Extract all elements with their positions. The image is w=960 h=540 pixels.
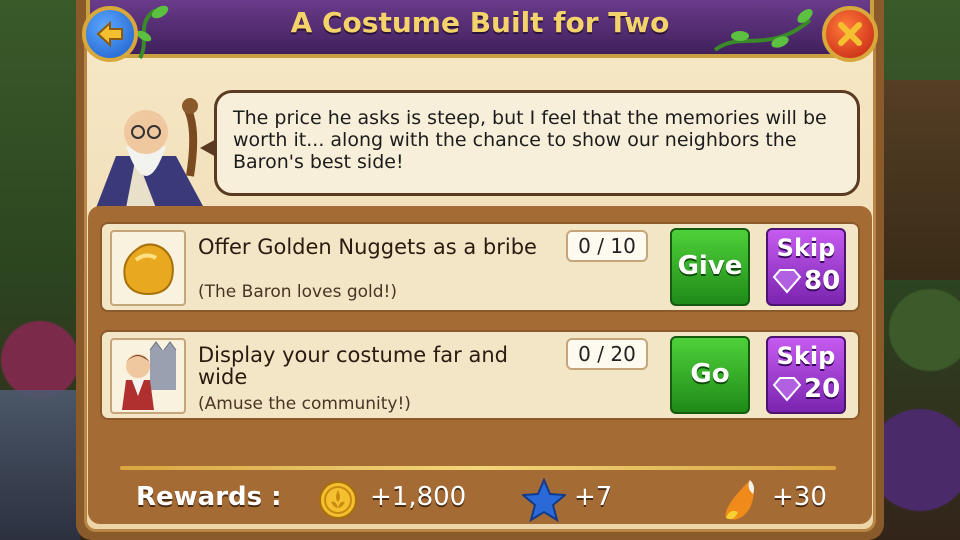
skip-button[interactable]: Skip 80 xyxy=(766,228,846,306)
skip-label: Skip xyxy=(776,234,836,262)
task-row: Display your costume far and wide (Amuse… xyxy=(100,330,860,420)
close-x-icon xyxy=(838,22,862,46)
task-progress: 0 / 20 xyxy=(566,338,648,370)
blue-star-icon xyxy=(522,478,566,522)
rewards-label: Rewards : xyxy=(136,482,282,512)
gold-coin-icon xyxy=(319,481,357,519)
skip-label: Skip xyxy=(776,342,836,370)
give-button[interactable]: Give xyxy=(670,228,750,306)
task-hint: (The Baron loves gold!) xyxy=(198,282,397,302)
task-row: Offer Golden Nuggets as a bribe (The Bar… xyxy=(100,222,860,312)
task-thumbnail xyxy=(110,338,186,414)
candy-corn-icon xyxy=(725,480,754,520)
speech-text: The price he asks is steep, but I feel t… xyxy=(233,107,827,173)
go-button[interactable]: Go xyxy=(670,336,750,414)
close-button[interactable] xyxy=(822,6,878,62)
golden-nugget-icon xyxy=(123,243,174,296)
task-title: Display your costume far and wide xyxy=(198,343,508,389)
gem-icon xyxy=(772,269,802,294)
reward-stars: +7 xyxy=(522,478,612,522)
reward-coins: +1,800 xyxy=(318,478,468,522)
skip-cost: 80 xyxy=(804,266,841,296)
reward-candy-value: +30 xyxy=(772,482,827,512)
reward-stars-value: +7 xyxy=(574,482,613,512)
costumed-character-icon xyxy=(122,341,177,410)
task-hint: (Amuse the community!) xyxy=(198,394,411,414)
skip-cost: 20 xyxy=(804,374,841,404)
task-progress: 0 / 10 xyxy=(566,230,648,262)
reward-coins-value: +1,800 xyxy=(370,482,467,512)
skip-button[interactable]: Skip 20 xyxy=(766,336,846,414)
gem-icon xyxy=(772,377,802,402)
task-thumbnail xyxy=(110,230,186,306)
task-list: Offer Golden Nuggets as a bribe (The Bar… xyxy=(88,206,872,524)
task-title: Offer Golden Nuggets as a bribe xyxy=(198,235,537,259)
speech-bubble: The price he asks is steep, but I feel t… xyxy=(214,90,860,196)
back-button[interactable] xyxy=(82,6,138,62)
background-building-left xyxy=(0,390,80,540)
elder-character-portrait xyxy=(96,98,204,208)
rewards-divider xyxy=(120,466,836,470)
back-arrow-icon xyxy=(96,20,123,48)
reward-candy: +30 xyxy=(720,478,830,522)
vine-decoration-right xyxy=(713,9,813,52)
